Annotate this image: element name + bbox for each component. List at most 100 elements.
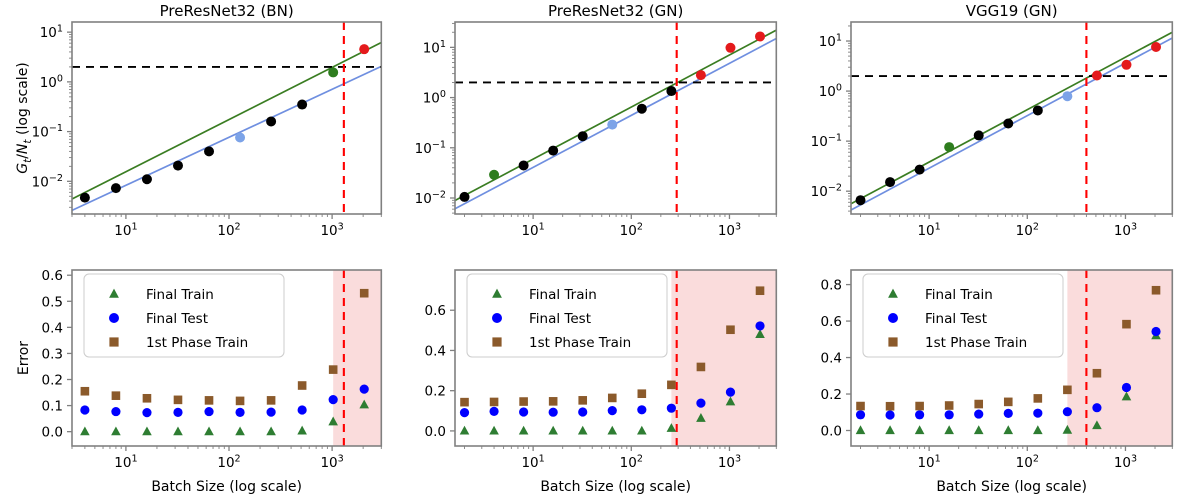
data-point-square: [637, 389, 647, 399]
tick-label: 101: [917, 222, 940, 240]
data-point-square: [235, 396, 245, 406]
legend-label: Final Test: [529, 311, 591, 327]
data-point-circle: [359, 384, 369, 394]
data-point: [637, 103, 648, 114]
data-point-square: [974, 399, 983, 409]
data-point-circle: [142, 408, 152, 418]
data-point-circle: [914, 410, 924, 420]
legend-marker-circle: [887, 313, 898, 323]
data-point-square: [173, 395, 183, 405]
tick-label: 103: [1113, 222, 1136, 240]
data-point-circle: [80, 405, 90, 415]
data-point: [855, 195, 866, 206]
data-point-circle: [297, 405, 307, 415]
data-point-circle: [637, 405, 647, 415]
data-point-circle: [726, 387, 736, 397]
shaded-region: [671, 270, 777, 446]
panel-title: VGG19 (GN): [965, 2, 1057, 20]
y-tick-label: 0.2: [820, 387, 841, 403]
data-point: [1032, 105, 1043, 116]
data-point-square: [490, 397, 499, 407]
data-point-triangle: [914, 425, 925, 435]
data-point-triangle: [489, 425, 500, 435]
data-point-circle: [235, 407, 245, 417]
data-point: [204, 146, 215, 157]
tick-label: 101: [818, 33, 841, 51]
y-tick-label: 0.4: [820, 351, 841, 367]
chart-panel-bottom-left: 101 102 103 0.0 0.1 0.2 0.3 0.4 0.5 0.6 Batch Size…: [0, 258, 395, 502]
data-point-triangle: [142, 426, 152, 436]
chart-panel-bottom-right: 101 102 103 0.0 0.2 0.4 0.6 0.8 Batch Size (log …: [791, 258, 1186, 502]
data-point-square: [1003, 397, 1013, 407]
data-point-triangle: [637, 425, 647, 435]
data-point-circle: [1121, 382, 1131, 393]
data-point-circle: [1151, 326, 1161, 337]
y-axis-label: Error: [16, 341, 32, 375]
tick-label: 10−1: [32, 123, 63, 141]
data-point-circle: [885, 410, 895, 420]
tick-label: 100: [40, 73, 63, 91]
y-tick-label: 0.2: [425, 384, 446, 400]
data-point: [1150, 41, 1161, 52]
data-point-square: [1092, 368, 1101, 378]
y-tick-label: 0.1: [42, 399, 63, 415]
data-point: [359, 44, 370, 55]
y-axis-label: Gt/Nt (log scale): [15, 62, 34, 174]
plot-area: [71, 22, 382, 214]
data-point: [141, 174, 152, 185]
data-point: [607, 119, 618, 130]
tick-label: 102: [1015, 222, 1038, 240]
data-point-circle: [1062, 407, 1072, 417]
data-point-triangle: [1032, 425, 1043, 435]
tick-label: 101: [114, 222, 137, 240]
tick-label: 102: [217, 454, 240, 472]
tick-label: 100: [818, 83, 841, 101]
data-point-square: [142, 393, 152, 403]
y-tick-label: 0.0: [820, 423, 841, 439]
y-tick-label: 0.5: [42, 294, 63, 310]
data-point-circle: [519, 407, 529, 417]
shaded-region: [1066, 270, 1172, 446]
x-axis-label: Batch Size (log scale): [541, 479, 692, 495]
data-point-triangle: [111, 426, 121, 436]
chart-panel-top-right: 101 102 103 10−2 10−1 100 101 VGG19 (GN): [791, 0, 1186, 258]
y-tick-label: 0.8: [820, 278, 841, 294]
data-point-square: [667, 380, 676, 390]
data-point-square: [696, 362, 706, 372]
y-tick-label: 0.4: [42, 320, 63, 336]
data-point-circle: [111, 406, 121, 417]
data-point-square: [359, 288, 369, 298]
plot-area: [454, 22, 777, 214]
data-point: [973, 130, 984, 141]
data-point: [297, 99, 308, 110]
figure-root: 101 102 103 10−2 10−1 100 101 PreResNet32 (BN) G…: [0, 0, 1186, 502]
data-point-circle: [755, 321, 765, 331]
panel-title: PreResNet32 (BN): [160, 2, 294, 20]
data-point-circle: [266, 407, 276, 417]
data-point-square: [1033, 394, 1042, 403]
data-point-square: [608, 393, 617, 403]
data-point: [943, 142, 954, 153]
data-point-circle: [173, 407, 183, 417]
y-tick-label: 0.6: [820, 314, 841, 330]
data-point-triangle: [80, 426, 90, 436]
legend-label: 1st Phase Train: [925, 335, 1027, 351]
y-tick-label: 0.2: [42, 373, 63, 389]
data-point-circle: [1091, 403, 1102, 413]
data-point-triangle: [578, 425, 588, 435]
data-point-triangle: [460, 425, 470, 435]
data-point: [696, 70, 707, 81]
data-point-square: [297, 381, 307, 390]
legend-label: 1st Phase Train: [146, 335, 248, 351]
data-point-square: [266, 396, 276, 405]
tick-label: 103: [718, 222, 741, 240]
data-point-triangle: [519, 425, 529, 435]
data-point-triangle: [943, 425, 954, 435]
data-point-triangle: [607, 425, 618, 435]
tick-label: 102: [620, 454, 643, 472]
x-axis-label: Batch Size (log scale): [151, 479, 302, 495]
panel-title: PreResNet32 (GN): [548, 2, 683, 20]
data-point-circle: [328, 394, 338, 405]
data-point-triangle: [297, 425, 307, 435]
chart-panel-top-left: 101 102 103 10−2 10−1 100 101 PreResNet32 (BN) G…: [0, 0, 395, 258]
